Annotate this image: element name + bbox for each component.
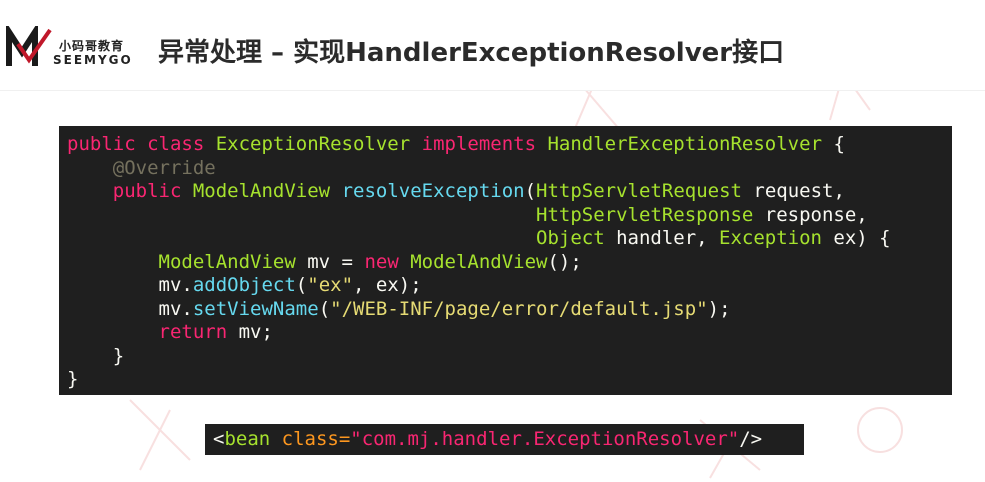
code-token: } (67, 368, 79, 390)
code-token: new (364, 250, 411, 273)
code-token: response, (753, 203, 868, 226)
brand-logo: 小码哥教育 SEEMYGO (6, 26, 141, 70)
page-title: 异常处理 – 实现HandlerExceptionResolver接口 (158, 38, 785, 68)
code-token: return (158, 321, 239, 343)
code-token: ModelAndView (192, 180, 342, 202)
code-token: mv = (295, 250, 365, 273)
code-line: @Override (67, 157, 952, 181)
code-token: ( (524, 180, 537, 202)
code-token: /> (739, 428, 763, 450)
code-line: public class ExceptionResolver implement… (67, 133, 952, 157)
code-token: Exception (719, 227, 822, 249)
java-code-block: public class ExceptionResolver implement… (59, 126, 952, 395)
code-token: implements (421, 133, 548, 155)
code-token: resolveException (341, 180, 525, 202)
code-line: public ModelAndView resolveException(Htt… (67, 180, 952, 204)
logo-chinese-text: 小码哥教育 (59, 39, 125, 53)
code-line: return mv; (67, 321, 952, 345)
code-token: } (67, 344, 125, 367)
code-token: ExceptionResolver (215, 133, 422, 155)
code-token: class= (281, 428, 351, 450)
code-token: "com.mj.handler.ExceptionResolver" (350, 428, 740, 450)
code-token: request, (741, 180, 845, 202)
code-token: mv; (238, 321, 273, 343)
code-token: < (213, 428, 225, 450)
code-line: mv.addObject("ex", ex); (67, 274, 952, 298)
code-token: "/WEB-INF/page/error/default.jsp" (330, 297, 708, 320)
xml-bean-code-block: <bean class="com.mj.handler.ExceptionRes… (205, 424, 804, 455)
code-token: (); (547, 250, 582, 273)
code-token: ( (318, 297, 331, 320)
code-token: public class (67, 133, 216, 155)
code-token: mv. (67, 274, 193, 296)
logo-mark-icon (6, 26, 52, 66)
code-token: public (67, 180, 193, 202)
code-token: ex) { (821, 227, 891, 249)
code-token: @Override (67, 156, 216, 179)
code-token: handler, (604, 227, 720, 249)
code-token: , ex); (353, 274, 422, 296)
code-token: addObject (192, 274, 296, 296)
code-token: ( (295, 274, 308, 296)
code-token: ModelAndView (410, 250, 548, 273)
code-line: mv.setViewName("/WEB-INF/page/error/defa… (67, 298, 952, 322)
code-token: bean (224, 428, 282, 450)
code-token: mv. (67, 297, 193, 320)
code-line: HttpServletResponse response, (67, 204, 952, 228)
logo-english-text: SEEMYGO (53, 53, 133, 67)
code-token: { (822, 133, 845, 155)
code-line: <bean class="com.mj.handler.ExceptionRes… (213, 424, 804, 455)
code-token: ); (707, 297, 731, 320)
code-line: Object handler, Exception ex) { (67, 227, 952, 251)
code-token: HttpServletRequest (536, 180, 742, 202)
code-line: } (67, 345, 952, 369)
code-token: Object (536, 227, 605, 249)
code-token: HttpServletResponse (536, 203, 754, 226)
code-token: ModelAndView (158, 250, 296, 273)
header-bar: 小码哥教育 SEEMYGO 异常处理 – 实现HandlerExceptionR… (0, 0, 985, 91)
code-token: setViewName (192, 297, 319, 320)
code-line: } (67, 368, 952, 392)
code-line: ModelAndView mv = new ModelAndView(); (67, 251, 952, 275)
code-token: "ex" (307, 274, 354, 296)
code-token: HandlerExceptionResolver (547, 133, 823, 155)
